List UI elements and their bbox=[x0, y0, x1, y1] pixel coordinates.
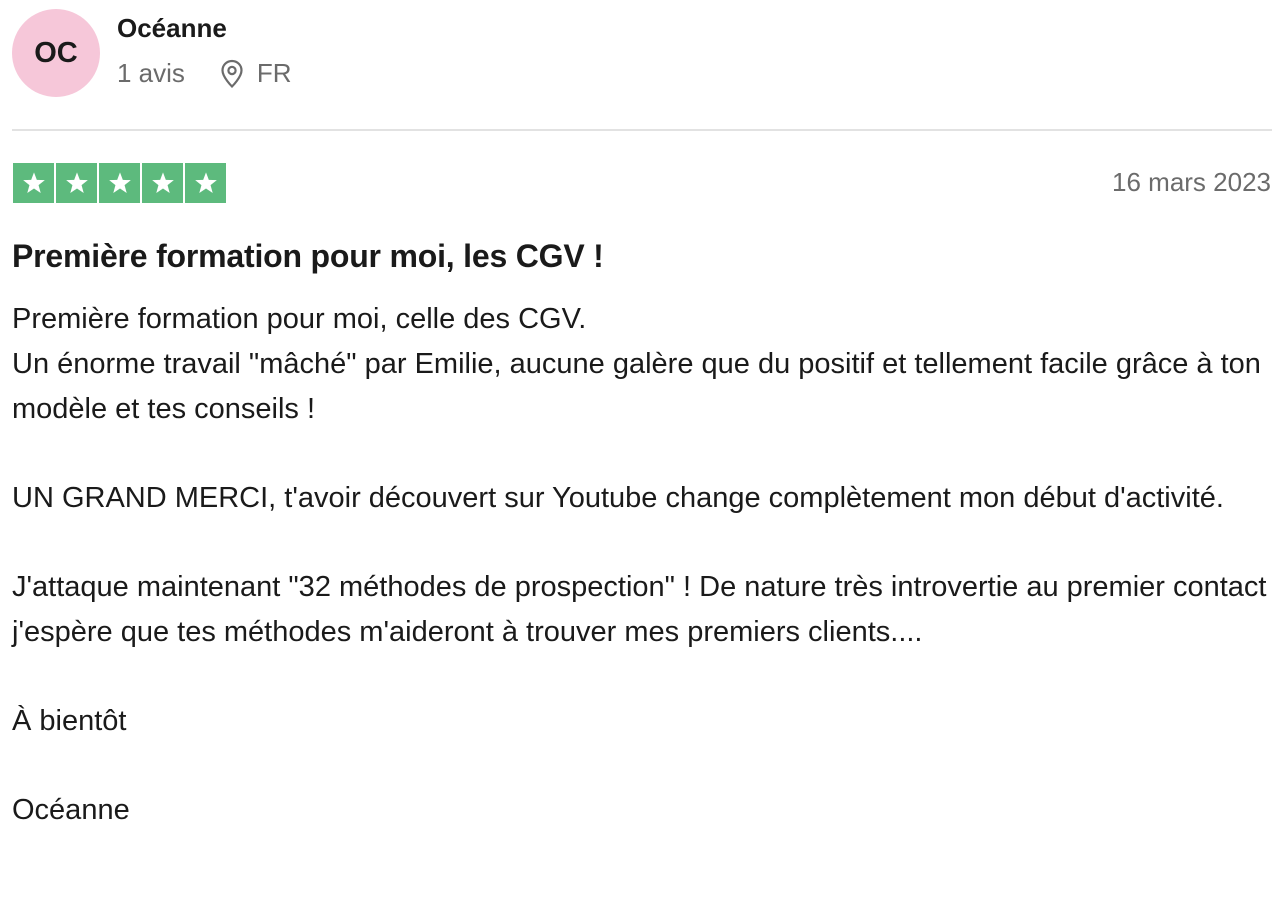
review-paragraph: Première formation pour moi, celle des C… bbox=[12, 303, 1261, 425]
avatar-initials: OC bbox=[34, 36, 78, 69]
reviewer-name[interactable]: Océanne bbox=[117, 13, 227, 44]
review-body: Première formation pour moi, celle des C… bbox=[12, 297, 1277, 833]
star-icon bbox=[185, 163, 226, 203]
star-icon bbox=[56, 163, 97, 203]
review-paragraph: UN GRAND MERCI, t'avoir découvert sur Yo… bbox=[12, 482, 1224, 514]
star-icon bbox=[142, 163, 183, 203]
star-rating bbox=[13, 163, 226, 203]
reviewer-header: OC Océanne 1 avis FR bbox=[12, 0, 1272, 130]
reviewer-meta: 1 avis FR bbox=[117, 58, 292, 89]
review-count: 1 avis bbox=[117, 58, 185, 88]
map-pin-icon bbox=[219, 59, 245, 89]
divider bbox=[12, 129, 1272, 131]
review-paragraph: À bientôt bbox=[12, 705, 127, 737]
review-date: 16 mars 2023 bbox=[1112, 167, 1271, 197]
review-paragraph: Océanne bbox=[12, 794, 130, 826]
reviewer-country: FR bbox=[256, 58, 292, 88]
star-icon bbox=[13, 163, 54, 203]
review-title[interactable]: Première formation pour moi, les CGV ! bbox=[12, 238, 604, 275]
rating-row: 16 mars 2023 bbox=[12, 163, 1272, 203]
avatar[interactable]: OC bbox=[12, 9, 100, 97]
review-paragraph: J'attaque maintenant "32 méthodes de pro… bbox=[12, 571, 1267, 648]
star-icon bbox=[99, 163, 140, 203]
review-card: OC Océanne 1 avis FR 16 mars 2023 Premiè… bbox=[12, 0, 1272, 826]
